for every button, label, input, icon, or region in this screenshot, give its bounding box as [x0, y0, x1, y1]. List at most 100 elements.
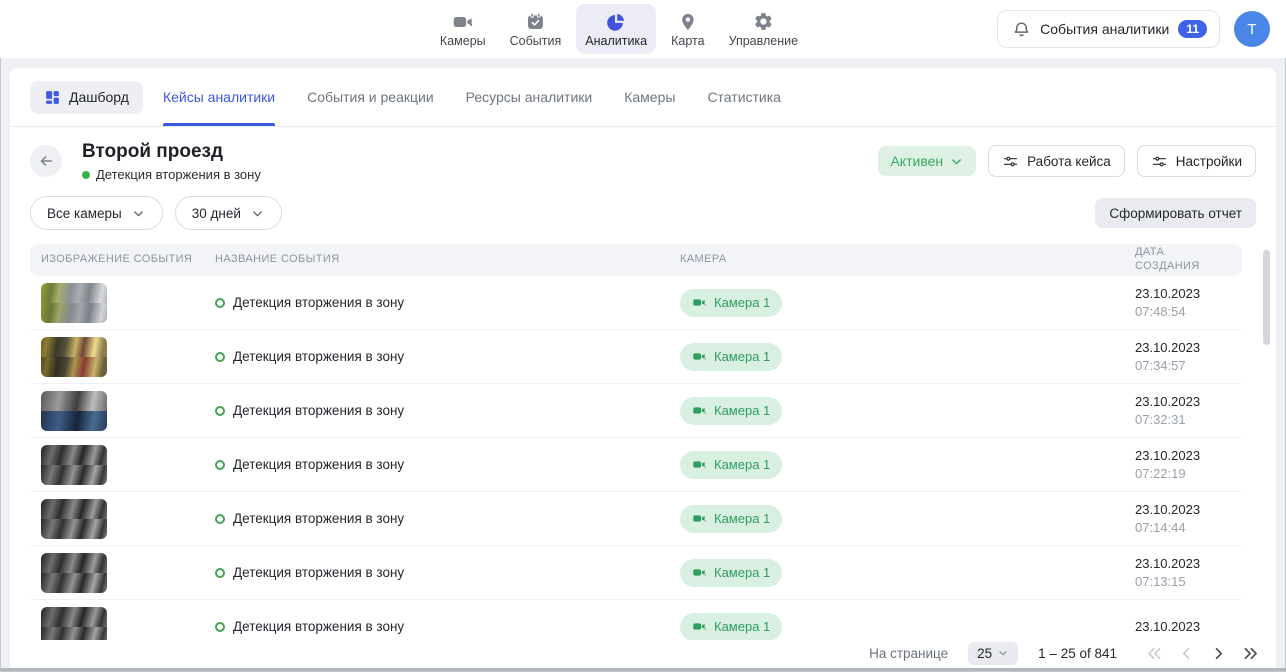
- status-dot-icon: [82, 171, 90, 179]
- camera-badge[interactable]: Камера 1: [680, 397, 782, 425]
- first-page-button[interactable]: [1145, 644, 1164, 663]
- topbar-right: События аналитики 11 T: [997, 10, 1270, 48]
- tab-statistics[interactable]: Статистика: [707, 68, 781, 126]
- camera-badge[interactable]: Камера 1: [680, 451, 782, 479]
- nav-label: Камеры: [440, 34, 486, 48]
- tab-cameras[interactable]: Камеры: [624, 68, 675, 126]
- event-date: 23.10.2023: [1135, 286, 1231, 301]
- event-type-ring-icon: [215, 622, 225, 632]
- table-header: ИЗОБРАЖЕНИЕ СОБЫТИЯ НАЗВАНИЕ СОБЫТИЯ КАМ…: [30, 244, 1242, 276]
- camera-badge[interactable]: Камера 1: [680, 505, 782, 533]
- table-row[interactable]: Детекция вторжения в зону Камера 1 23.10…: [30, 546, 1242, 600]
- tabs: Кейсы аналитики События и реакции Ресурс…: [163, 68, 781, 126]
- nav-item-analytics[interactable]: Аналитика: [576, 4, 656, 54]
- date-cell: 23.10.2023 07:34:57: [1135, 340, 1231, 373]
- event-type-ring-icon: [215, 298, 225, 308]
- event-date: 23.10.2023: [1135, 502, 1231, 517]
- prev-page-button[interactable]: [1177, 644, 1196, 663]
- event-thumbnail[interactable]: [41, 337, 107, 377]
- event-name-cell: Детекция вторжения в зону: [215, 511, 680, 526]
- dashboard-button[interactable]: Дашборд: [30, 81, 143, 114]
- event-image-cell: [41, 337, 215, 377]
- event-name: Детекция вторжения в зону: [233, 511, 404, 526]
- event-name-cell: Детекция вторжения в зону: [215, 619, 680, 634]
- nav-item-cameras[interactable]: Камеры: [431, 4, 495, 54]
- analytics-events-button[interactable]: События аналитики 11: [997, 10, 1220, 48]
- filter-row: Все камеры 30 дней Сформировать отчет: [10, 190, 1276, 230]
- per-page-select[interactable]: 25: [968, 642, 1018, 665]
- camera-icon: [692, 619, 707, 634]
- event-time: 07:48:54: [1135, 304, 1231, 319]
- window-bottom-edge: [0, 668, 1286, 671]
- case-work-button[interactable]: Работа кейса: [988, 145, 1125, 177]
- back-button[interactable]: [30, 145, 62, 177]
- date-cell: 23.10.2023 07:32:31: [1135, 394, 1231, 427]
- calendar-check-icon: [524, 11, 546, 33]
- event-image-cell: [41, 391, 215, 431]
- notification-button-label: События аналитики: [1040, 21, 1169, 37]
- event-thumbnail[interactable]: [41, 553, 107, 593]
- page-title: Второй проезд: [82, 141, 261, 163]
- tab-analytics-resources[interactable]: Ресурсы аналитики: [466, 68, 593, 126]
- table-row[interactable]: Детекция вторжения в зону Камера 1 23.10…: [30, 276, 1242, 330]
- last-page-button[interactable]: [1241, 644, 1260, 663]
- tab-events-reactions[interactable]: События и реакции: [307, 68, 434, 126]
- next-page-button[interactable]: [1209, 644, 1228, 663]
- camera-badge-label: Камера 1: [714, 403, 770, 418]
- nav-item-map[interactable]: Карта: [662, 4, 713, 54]
- main-nav: Камеры События Аналитика Карта: [431, 4, 807, 54]
- case-titles: Второй проезд Детекция вторжения в зону: [82, 141, 261, 182]
- nav-label: Карта: [671, 34, 704, 48]
- event-date: 23.10.2023: [1135, 556, 1231, 571]
- nav-item-management[interactable]: Управление: [720, 4, 808, 54]
- nav-label: Аналитика: [585, 34, 647, 48]
- event-type-ring-icon: [215, 352, 225, 362]
- table-row[interactable]: Детекция вторжения в зону Камера 1 23.10…: [30, 384, 1242, 438]
- event-thumbnail[interactable]: [41, 391, 107, 431]
- camera-badge[interactable]: Камера 1: [680, 613, 782, 641]
- camera-icon: [692, 511, 707, 526]
- tab-analytics-cases[interactable]: Кейсы аналитики: [163, 68, 275, 126]
- event-thumbnail[interactable]: [41, 283, 107, 323]
- pager-controls: [1145, 644, 1260, 663]
- table-row[interactable]: Детекция вторжения в зону Камера 1 23.10…: [30, 438, 1242, 492]
- column-header-date: ДАТА СОЗДАНИЯ: [1135, 246, 1230, 274]
- pie-chart-icon: [605, 11, 627, 33]
- event-thumbnail[interactable]: [41, 499, 107, 539]
- camera-badge[interactable]: Камера 1: [680, 343, 782, 371]
- event-date: 23.10.2023: [1135, 340, 1231, 355]
- date-cell: 23.10.2023 07:13:15: [1135, 556, 1231, 589]
- scrollbar-thumb[interactable]: [1263, 250, 1270, 345]
- status-dropdown[interactable]: Активен: [878, 146, 976, 176]
- event-thumbnail[interactable]: [41, 445, 107, 485]
- event-name: Детекция вторжения в зону: [233, 457, 404, 472]
- event-image-cell: [41, 553, 215, 593]
- camera-filter-dropdown[interactable]: Все камеры: [30, 196, 163, 230]
- case-actions: Активен Работа кейса Настройки: [878, 145, 1256, 177]
- camera-badge[interactable]: Камера 1: [680, 289, 782, 317]
- event-type-ring-icon: [215, 514, 225, 524]
- settings-button[interactable]: Настройки: [1137, 145, 1256, 177]
- nav-label: Управление: [729, 34, 799, 48]
- generate-report-button[interactable]: Сформировать отчет: [1095, 198, 1256, 228]
- period-filter-dropdown[interactable]: 30 дней: [175, 196, 282, 230]
- camera-badge-label: Камера 1: [714, 457, 770, 472]
- table-row[interactable]: Детекция вторжения в зону Камера 1 23.10…: [30, 330, 1242, 384]
- event-name-cell: Детекция вторжения в зону: [215, 295, 680, 310]
- event-name-cell: Детекция вторжения в зону: [215, 457, 680, 472]
- camera-badge-label: Камера 1: [714, 619, 770, 634]
- nav-label: События: [510, 34, 562, 48]
- arrow-left-icon: [37, 152, 55, 170]
- camera-badge[interactable]: Камера 1: [680, 559, 782, 587]
- grid-icon: [44, 89, 61, 106]
- event-type-ring-icon: [215, 406, 225, 416]
- camera-cell: Камера 1: [680, 289, 1135, 317]
- case-subtitle-label: Детекция вторжения в зону: [96, 167, 261, 182]
- table-row[interactable]: Детекция вторжения в зону Камера 1 23.10…: [30, 492, 1242, 546]
- camera-badge-label: Камера 1: [714, 349, 770, 364]
- avatar[interactable]: T: [1234, 11, 1270, 47]
- table-body: Детекция вторжения в зону Камера 1 23.10…: [10, 276, 1276, 654]
- camera-badge-label: Камера 1: [714, 565, 770, 580]
- nav-item-events[interactable]: События: [501, 4, 571, 54]
- event-name-cell: Детекция вторжения в зону: [215, 403, 680, 418]
